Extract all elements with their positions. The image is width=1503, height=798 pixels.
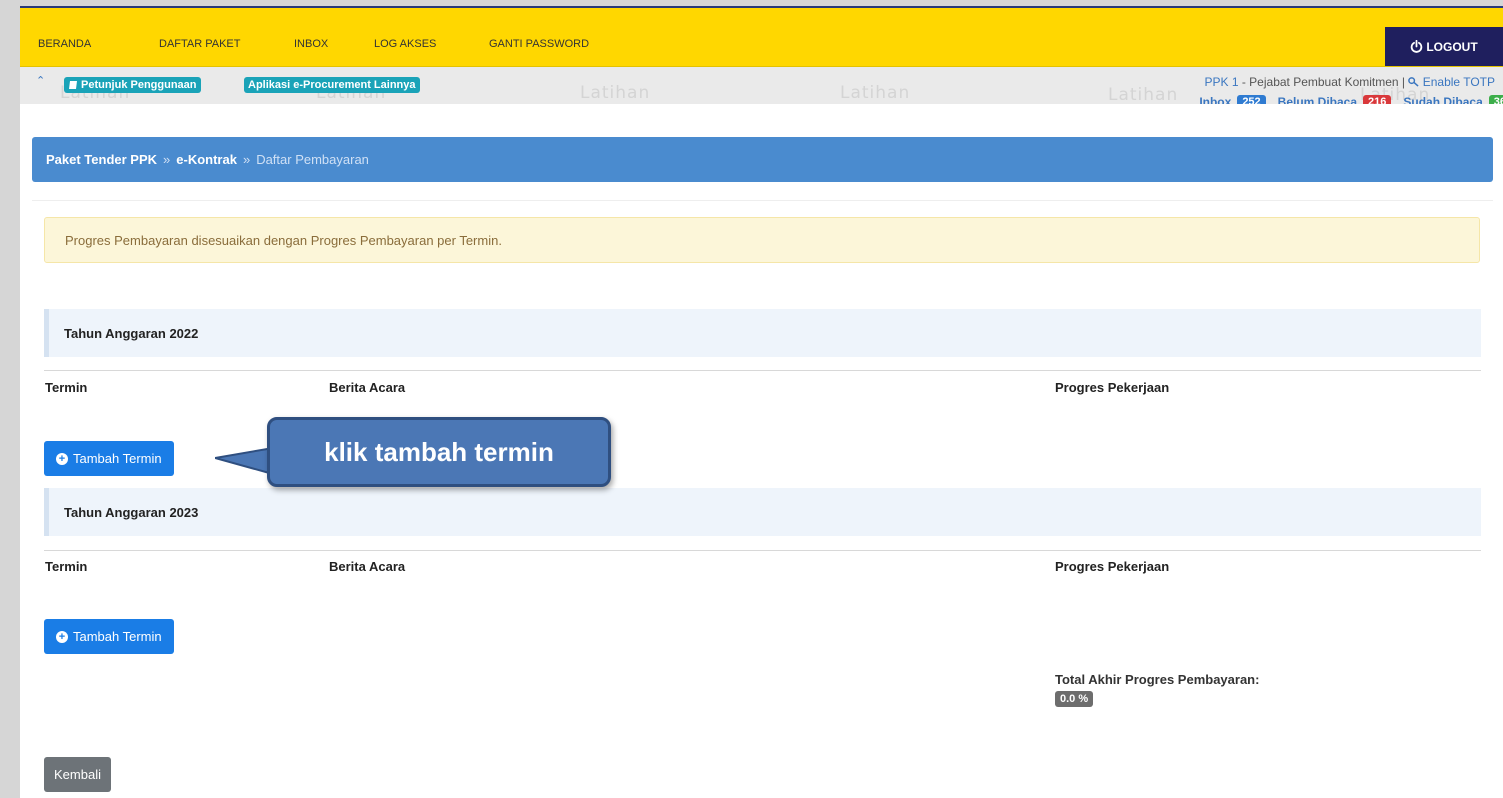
watermark-text: Latihan: [1108, 85, 1179, 104]
add-termin-button-2022[interactable]: + Tambah Termin: [44, 441, 174, 476]
table-divider: [44, 550, 1481, 551]
unread-link[interactable]: Belum Dibaca: [1278, 95, 1357, 104]
read-count-badge: 36: [1488, 95, 1503, 104]
info-alert: Progres Pembayaran disesuaikan dengan Pr…: [44, 217, 1480, 263]
window-frame-left: [0, 0, 20, 798]
total-progress-label: Total Akhir Progres Pembayaran:: [1055, 672, 1260, 687]
col-header-berita-acara: Berita Acara: [329, 380, 406, 395]
nav-beranda[interactable]: BERANDA: [38, 38, 91, 50]
col-header-progres: Progres Pekerjaan: [1055, 380, 1170, 395]
guide-label: Petunjuk Penggunaan: [81, 79, 197, 91]
total-progress-value: 0.0 %: [1055, 691, 1094, 707]
read-link[interactable]: Sudah Dibaca: [1403, 95, 1482, 104]
user-role[interactable]: PPK 1: [1204, 75, 1238, 89]
add-termin-label: Tambah Termin: [73, 451, 162, 466]
inbox-link[interactable]: Inbox: [1199, 95, 1231, 104]
back-button[interactable]: Kembali: [44, 757, 111, 792]
nav-inbox[interactable]: INBOX: [294, 38, 328, 50]
plus-circle-icon: +: [56, 630, 68, 643]
col-header-termin: Termin: [45, 380, 88, 395]
user-info: PPK 1 - Pejabat Pembuat Komitmen | Enabl…: [1204, 75, 1495, 89]
page: BERANDA DAFTAR PAKET INBOX LOG AKSES GAN…: [20, 8, 1503, 798]
collapse-up-icon[interactable]: ⌃: [36, 74, 45, 87]
apps-label: Aplikasi e-Procurement Lainnya: [248, 79, 416, 91]
breadcrumb-separator: »: [242, 152, 251, 167]
key-icon: [1408, 77, 1419, 87]
breadcrumb-separator: »: [163, 152, 171, 167]
user-title: - Pejabat Pembuat Komitmen |: [1238, 75, 1409, 89]
table-divider: [44, 370, 1481, 371]
breadcrumb-paket-tender[interactable]: Paket Tender PPK: [46, 152, 157, 167]
sub-bar: Latihan Latihan Latihan Latihan Latihan …: [20, 67, 1503, 104]
logout-label: LOGOUT: [1426, 39, 1478, 54]
top-navbar: BERANDA DAFTAR PAKET INBOX LOG AKSES GAN…: [20, 8, 1503, 67]
add-termin-button-2023[interactable]: + Tambah Termin: [44, 619, 174, 654]
watermark-text: Latihan: [840, 83, 911, 103]
inbox-count-badge: 252: [1237, 95, 1266, 104]
watermark-text: Latihan: [580, 83, 651, 103]
logout-button[interactable]: LOGOUT: [1385, 27, 1503, 66]
section-header-2022: Tahun Anggaran 2022: [44, 309, 1481, 357]
power-icon: [1411, 40, 1423, 53]
breadcrumb: Paket Tender PPK » e-Kontrak » Daftar Pe…: [32, 137, 1493, 182]
book-icon: [69, 81, 77, 89]
nav-log-akses[interactable]: LOG AKSES: [374, 38, 436, 50]
guide-button[interactable]: Petunjuk Penggunaan: [64, 77, 201, 93]
add-termin-label: Tambah Termin: [73, 629, 162, 644]
content-panel: Progres Pembayaran disesuaikan dengan Pr…: [32, 200, 1493, 798]
unread-count-badge: 216: [1363, 95, 1392, 104]
nav-ganti-password[interactable]: GANTI PASSWORD: [489, 38, 589, 50]
enable-totp-link[interactable]: Enable TOTP: [1423, 75, 1495, 89]
annotation-callout: klik tambah termin: [267, 417, 611, 487]
callout-pointer: [215, 448, 274, 476]
inbox-summary: Inbox 252 Belum Dibaca 216 Sudah Dibaca …: [1199, 95, 1503, 104]
plus-circle-icon: +: [56, 452, 68, 465]
breadcrumb-current: Daftar Pembayaran: [256, 152, 369, 167]
col-header-berita-acara: Berita Acara: [329, 559, 406, 574]
apps-button[interactable]: Aplikasi e-Procurement Lainnya: [244, 77, 420, 93]
col-header-termin: Termin: [45, 559, 88, 574]
section-header-2023: Tahun Anggaran 2023: [44, 488, 1481, 536]
nav-daftar-paket[interactable]: DAFTAR PAKET: [159, 38, 241, 50]
col-header-progres: Progres Pekerjaan: [1055, 559, 1170, 574]
breadcrumb-e-kontrak[interactable]: e-Kontrak: [176, 152, 237, 167]
